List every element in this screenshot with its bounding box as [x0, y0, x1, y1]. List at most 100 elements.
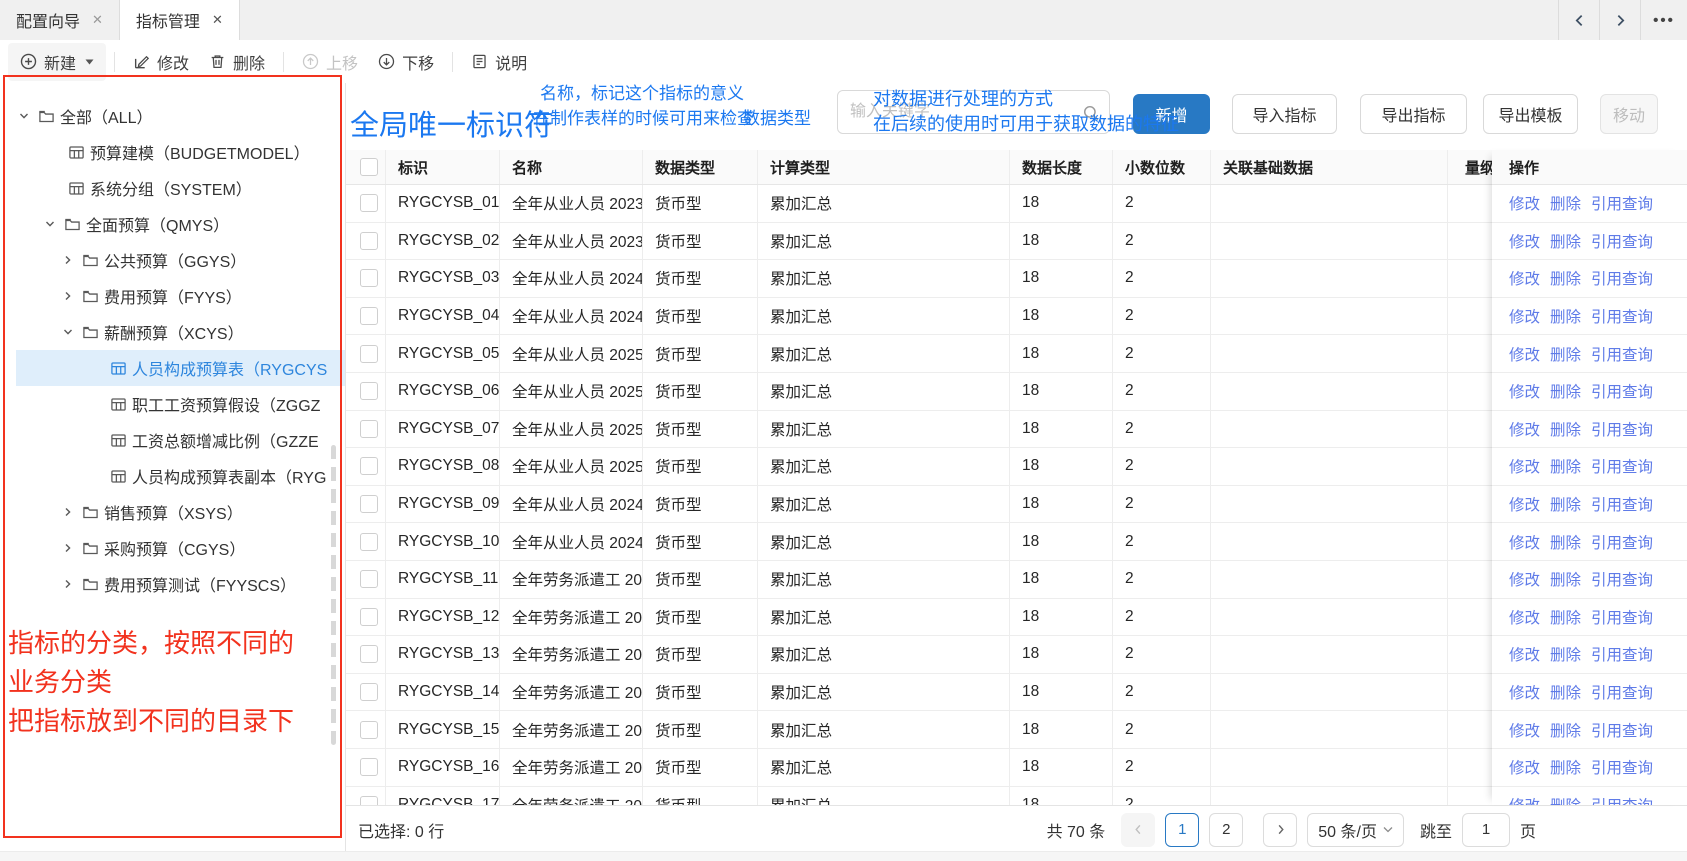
op-ref-query-link[interactable]: 引用查询	[1591, 794, 1653, 805]
op-edit-link[interactable]: 修改	[1509, 568, 1540, 590]
op-delete-link[interactable]: 删除	[1550, 380, 1581, 402]
tree-item[interactable]: 人员构成预算表（RYGCYS	[0, 350, 345, 386]
move-button[interactable]: 移动	[1600, 94, 1658, 134]
op-delete-link[interactable]: 删除	[1550, 418, 1581, 440]
help-button[interactable]: 说明	[461, 50, 537, 74]
op-ref-query-link[interactable]: 引用查询	[1591, 230, 1653, 252]
tree-item[interactable]: 职工工资预算假设（ZGGZ	[0, 386, 345, 422]
jump-page-input[interactable]	[1462, 813, 1510, 847]
tab-indicator-management[interactable]: 指标管理 ✕	[120, 0, 240, 40]
tree-item[interactable]: 预算建模（BUDGETMODEL）	[0, 134, 345, 170]
op-delete-link[interactable]: 删除	[1550, 230, 1581, 252]
op-edit-link[interactable]: 修改	[1509, 267, 1540, 289]
chevron-down-icon[interactable]	[58, 326, 78, 338]
tree-item[interactable]: 采购预算（CGYS）	[0, 530, 345, 566]
tree-item[interactable]: 人员构成预算表副本（RYG	[0, 458, 345, 494]
tree-item[interactable]: 薪酬预算（XCYS）	[0, 314, 345, 350]
tree-item[interactable]: 全面预算（QMYS）	[0, 206, 345, 242]
op-ref-query-link[interactable]: 引用查询	[1591, 455, 1653, 477]
op-delete-link[interactable]: 删除	[1550, 192, 1581, 214]
op-delete-link[interactable]: 删除	[1550, 681, 1581, 703]
op-ref-query-link[interactable]: 引用查询	[1591, 493, 1653, 515]
op-delete-link[interactable]: 删除	[1550, 343, 1581, 365]
op-delete-link[interactable]: 删除	[1550, 305, 1581, 327]
row-checkbox[interactable]	[360, 194, 378, 212]
op-delete-link[interactable]: 删除	[1550, 267, 1581, 289]
row-checkbox[interactable]	[360, 457, 378, 475]
op-edit-link[interactable]: 修改	[1509, 192, 1540, 214]
search-input[interactable]	[838, 91, 1109, 133]
op-edit-link[interactable]: 修改	[1509, 305, 1540, 327]
page-button-2[interactable]: 2	[1209, 813, 1243, 847]
op-edit-link[interactable]: 修改	[1509, 418, 1540, 440]
close-icon[interactable]: ✕	[212, 12, 223, 28]
op-delete-link[interactable]: 删除	[1550, 643, 1581, 665]
sidebar-scrollbar[interactable]	[331, 445, 336, 745]
op-edit-link[interactable]: 修改	[1509, 756, 1540, 778]
prev-page-button[interactable]	[1121, 813, 1155, 847]
op-delete-link[interactable]: 删除	[1550, 606, 1581, 628]
op-delete-link[interactable]: 删除	[1550, 794, 1581, 805]
row-checkbox[interactable]	[360, 796, 378, 805]
op-edit-link[interactable]: 修改	[1509, 230, 1540, 252]
op-ref-query-link[interactable]: 引用查询	[1591, 719, 1653, 741]
op-edit-link[interactable]: 修改	[1509, 380, 1540, 402]
row-checkbox[interactable]	[360, 645, 378, 663]
row-checkbox[interactable]	[360, 307, 378, 325]
op-delete-link[interactable]: 删除	[1550, 719, 1581, 741]
row-checkbox[interactable]	[360, 382, 378, 400]
tree-item[interactable]: 系统分组（SYSTEM）	[0, 170, 345, 206]
op-edit-link[interactable]: 修改	[1509, 719, 1540, 741]
op-delete-link[interactable]: 删除	[1550, 568, 1581, 590]
chevron-left-icon[interactable]	[1558, 0, 1599, 40]
op-edit-link[interactable]: 修改	[1509, 794, 1540, 805]
op-edit-link[interactable]: 修改	[1509, 455, 1540, 477]
chevron-down-icon[interactable]	[14, 110, 34, 122]
next-page-button[interactable]	[1263, 813, 1297, 847]
op-delete-link[interactable]: 删除	[1550, 493, 1581, 515]
page-button-1[interactable]: 1	[1165, 813, 1199, 847]
chevron-right-icon[interactable]	[58, 542, 78, 554]
row-checkbox[interactable]	[360, 495, 378, 513]
op-ref-query-link[interactable]: 引用查询	[1591, 568, 1653, 590]
op-ref-query-link[interactable]: 引用查询	[1591, 531, 1653, 553]
new-button[interactable]: 新建	[8, 43, 106, 81]
chevron-right-icon[interactable]	[1599, 0, 1640, 40]
op-edit-link[interactable]: 修改	[1509, 643, 1540, 665]
select-all-checkbox[interactable]	[360, 158, 378, 176]
tree-item[interactable]: 费用预算测试（FYYSCS）	[0, 566, 345, 602]
op-ref-query-link[interactable]: 引用查询	[1591, 305, 1653, 327]
close-icon[interactable]: ✕	[92, 12, 103, 28]
horizontal-scrollbar[interactable]	[0, 851, 1687, 861]
op-ref-query-link[interactable]: 引用查询	[1591, 267, 1653, 289]
chevron-right-icon[interactable]	[58, 506, 78, 518]
op-edit-link[interactable]: 修改	[1509, 493, 1540, 515]
edit-button[interactable]: 修改	[123, 50, 199, 74]
tree-item[interactable]: 全部（ALL）	[0, 98, 345, 134]
op-delete-link[interactable]: 删除	[1550, 531, 1581, 553]
row-checkbox[interactable]	[360, 570, 378, 588]
more-tabs-icon[interactable]: •••	[1640, 0, 1687, 40]
import-indicator-button[interactable]: 导入指标	[1232, 94, 1337, 134]
op-edit-link[interactable]: 修改	[1509, 606, 1540, 628]
op-delete-link[interactable]: 删除	[1550, 756, 1581, 778]
op-ref-query-link[interactable]: 引用查询	[1591, 380, 1653, 402]
row-checkbox[interactable]	[360, 269, 378, 287]
row-checkbox[interactable]	[360, 232, 378, 250]
row-checkbox[interactable]	[360, 608, 378, 626]
chevron-right-icon[interactable]	[58, 578, 78, 590]
row-checkbox[interactable]	[360, 345, 378, 363]
row-checkbox[interactable]	[360, 721, 378, 739]
row-checkbox[interactable]	[360, 420, 378, 438]
op-ref-query-link[interactable]: 引用查询	[1591, 418, 1653, 440]
move-up-button[interactable]: 上移	[292, 50, 368, 74]
row-checkbox[interactable]	[360, 758, 378, 776]
op-ref-query-link[interactable]: 引用查询	[1591, 681, 1653, 703]
op-ref-query-link[interactable]: 引用查询	[1591, 192, 1653, 214]
tree-item[interactable]: 费用预算（FYYS）	[0, 278, 345, 314]
op-edit-link[interactable]: 修改	[1509, 531, 1540, 553]
tree-item[interactable]: 工资总额增减比例（GZZE	[0, 422, 345, 458]
export-template-button[interactable]: 导出模板	[1483, 94, 1578, 134]
chevron-right-icon[interactable]	[58, 290, 78, 302]
delete-button[interactable]: 删除	[199, 50, 275, 74]
